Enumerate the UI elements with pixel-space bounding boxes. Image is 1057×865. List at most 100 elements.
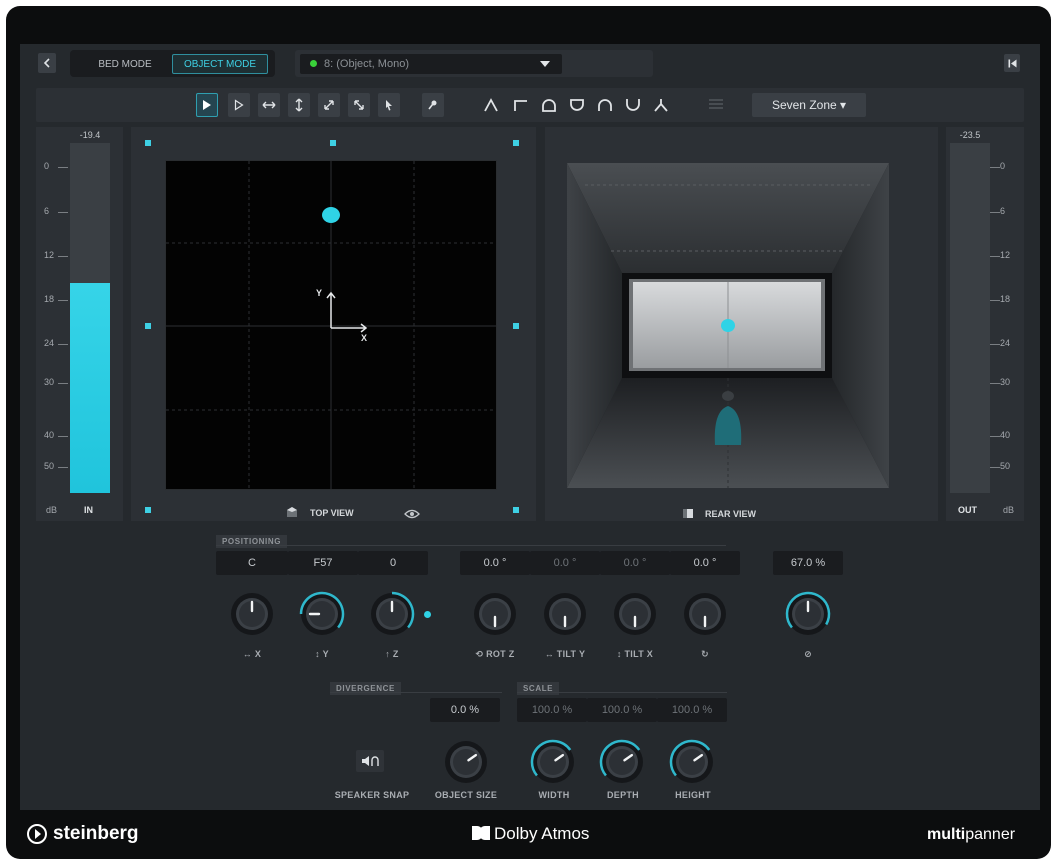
select-tool-button[interactable] xyxy=(196,93,218,117)
rot-z-field[interactable]: 0.0 ° xyxy=(460,551,530,575)
vertical-move-tool-button[interactable] xyxy=(288,93,310,117)
rear-object-marker[interactable] xyxy=(721,319,735,332)
resize-handle[interactable] xyxy=(145,323,151,329)
horizontal-arrows-icon xyxy=(262,101,276,109)
bowl-curve-button[interactable] xyxy=(566,93,588,117)
rotation-field[interactable]: 0.0 ° xyxy=(670,551,740,575)
resize-handle[interactable] xyxy=(330,140,336,146)
pin-tool-button[interactable] xyxy=(422,93,444,117)
rear-view-label: REAR VIEW xyxy=(705,509,757,519)
select-outline-tool-button[interactable] xyxy=(228,93,250,117)
output-meter-scale-tick: 6 xyxy=(1000,206,1006,216)
vertical-arrows-icon xyxy=(295,98,303,112)
caret-down-icon xyxy=(540,61,550,67)
depth-knob[interactable] xyxy=(597,737,647,787)
output-meter-scale-tick: 0 xyxy=(1000,161,1006,171)
collapse-button[interactable] xyxy=(1004,54,1020,72)
eye-icon[interactable] xyxy=(404,506,420,524)
resize-handle[interactable] xyxy=(513,140,519,146)
zone-select[interactable]: Seven Zone ▾ xyxy=(752,93,866,117)
positioning-section-line xyxy=(216,545,726,546)
output-meter-peak: -23.5 xyxy=(959,130,981,140)
valley-curve-icon xyxy=(626,99,640,111)
output-meter-scale-line xyxy=(990,383,1000,384)
diagonal-move-alt-tool-button[interactable] xyxy=(348,93,370,117)
resize-handle[interactable] xyxy=(513,507,519,513)
rotation-knob[interactable] xyxy=(680,589,730,639)
object-mode-button[interactable]: OBJECT MODE xyxy=(172,54,268,74)
dolby-logo-icon xyxy=(472,826,490,845)
z-knob[interactable] xyxy=(367,589,417,639)
resize-handle[interactable] xyxy=(513,323,519,329)
steinberg-logo-icon xyxy=(26,823,48,850)
multipanner-brand: multipanner xyxy=(927,826,1015,844)
bowl-curve-icon xyxy=(570,99,584,111)
top-view-cube-icon xyxy=(285,505,299,524)
divergence-field[interactable]: 0.0 % xyxy=(430,698,500,722)
tilt-y-knob[interactable] xyxy=(540,589,590,639)
diagonal-move-tool-button[interactable] xyxy=(318,93,340,117)
rot-z-knob[interactable] xyxy=(470,589,520,639)
chevron-left-icon xyxy=(43,58,50,68)
steinberg-brand: steinberg xyxy=(53,823,139,844)
multipanner-brand-bold: multi xyxy=(927,826,966,843)
height-knob[interactable] xyxy=(667,737,717,787)
tilt-x-field[interactable]: 0.0 ° xyxy=(600,551,670,575)
width-label: WIDTH xyxy=(538,790,570,800)
size-field[interactable]: 67.0 % xyxy=(773,551,843,575)
resize-handle[interactable] xyxy=(145,140,151,146)
top-view-label: TOP VIEW xyxy=(310,508,354,518)
speaker-channel-field[interactable]: C xyxy=(216,551,288,575)
input-meter-scale-line xyxy=(58,300,68,301)
tilt-y-field[interactable]: 0.0 ° xyxy=(530,551,600,575)
step-curve-button[interactable] xyxy=(510,93,532,117)
rot-z-knob-label: ⟲ ROT Z xyxy=(475,649,515,659)
rear-view-canvas[interactable] xyxy=(567,163,889,488)
bed-mode-button[interactable]: BED MODE xyxy=(80,55,170,73)
input-meter-scale-tick: 40 xyxy=(44,430,55,440)
input-meter-scale-line xyxy=(58,256,68,257)
resize-handle[interactable] xyxy=(145,507,151,513)
split-curve-icon xyxy=(654,99,668,112)
size-knob[interactable] xyxy=(783,589,833,639)
x-knob-label: ↔ X xyxy=(242,649,262,659)
speaker-z-field[interactable]: 0 xyxy=(358,551,428,575)
divergence-section-title: DIVERGENCE xyxy=(330,682,401,695)
dome-curve-button[interactable] xyxy=(538,93,560,117)
select-arrow-icon xyxy=(203,100,211,110)
tilt-x-knob[interactable] xyxy=(610,589,660,639)
pointer-tool-button[interactable] xyxy=(378,93,400,117)
arch-curve-button[interactable] xyxy=(594,93,616,117)
input-meter-scale-tick: 18 xyxy=(44,294,55,304)
input-meter-unit: dB xyxy=(46,505,58,515)
input-meter-peak: -19.4 xyxy=(79,130,101,140)
channel-dropdown[interactable]: 8: (Object, Mono) xyxy=(300,54,562,74)
object-size-knob[interactable] xyxy=(441,737,491,787)
output-meter-unit: dB xyxy=(1003,505,1015,515)
valley-curve-button[interactable] xyxy=(622,93,644,117)
top-view-canvas[interactable]: Y X xyxy=(165,160,497,490)
rotation-knob-label: ↻ xyxy=(701,649,709,659)
speaker-position-field[interactable]: F57 xyxy=(288,551,358,575)
channel-select-value: 8: (Object, Mono) xyxy=(324,58,409,70)
input-meter-scale-line xyxy=(58,212,68,213)
scale-height-field[interactable]: 100.0 % xyxy=(657,698,727,722)
z-link-dot[interactable] xyxy=(424,611,431,618)
scale-depth-field[interactable]: 100.0 % xyxy=(587,698,657,722)
y-knob[interactable] xyxy=(297,589,347,639)
output-meter-scale-tick: 30 xyxy=(1000,377,1011,387)
x-knob[interactable] xyxy=(227,589,277,639)
input-meter-scale-line xyxy=(58,167,68,168)
tilt-x-knob-label: ↕ TILT X xyxy=(616,649,654,659)
object-position-marker[interactable] xyxy=(322,207,340,223)
output-meter-scale-line xyxy=(990,212,1000,213)
scale-width-field[interactable]: 100.0 % xyxy=(517,698,587,722)
horizontal-move-tool-button[interactable] xyxy=(258,93,280,117)
width-knob[interactable] xyxy=(528,737,578,787)
split-curve-button[interactable] xyxy=(650,93,672,117)
back-button[interactable] xyxy=(38,53,56,73)
peak-curve-button[interactable] xyxy=(480,93,502,117)
pin-icon xyxy=(428,100,437,110)
speaker-snap-button[interactable] xyxy=(356,750,384,772)
input-meter-label: IN xyxy=(84,505,93,515)
